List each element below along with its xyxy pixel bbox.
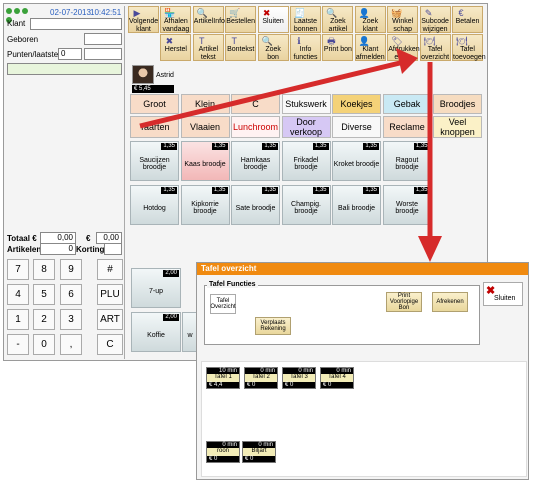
arrow-head-1 <box>396 48 418 74</box>
red-arrow <box>139 48 442 262</box>
arrow-head-2 <box>418 236 442 262</box>
arrow-line-1 <box>139 59 405 129</box>
